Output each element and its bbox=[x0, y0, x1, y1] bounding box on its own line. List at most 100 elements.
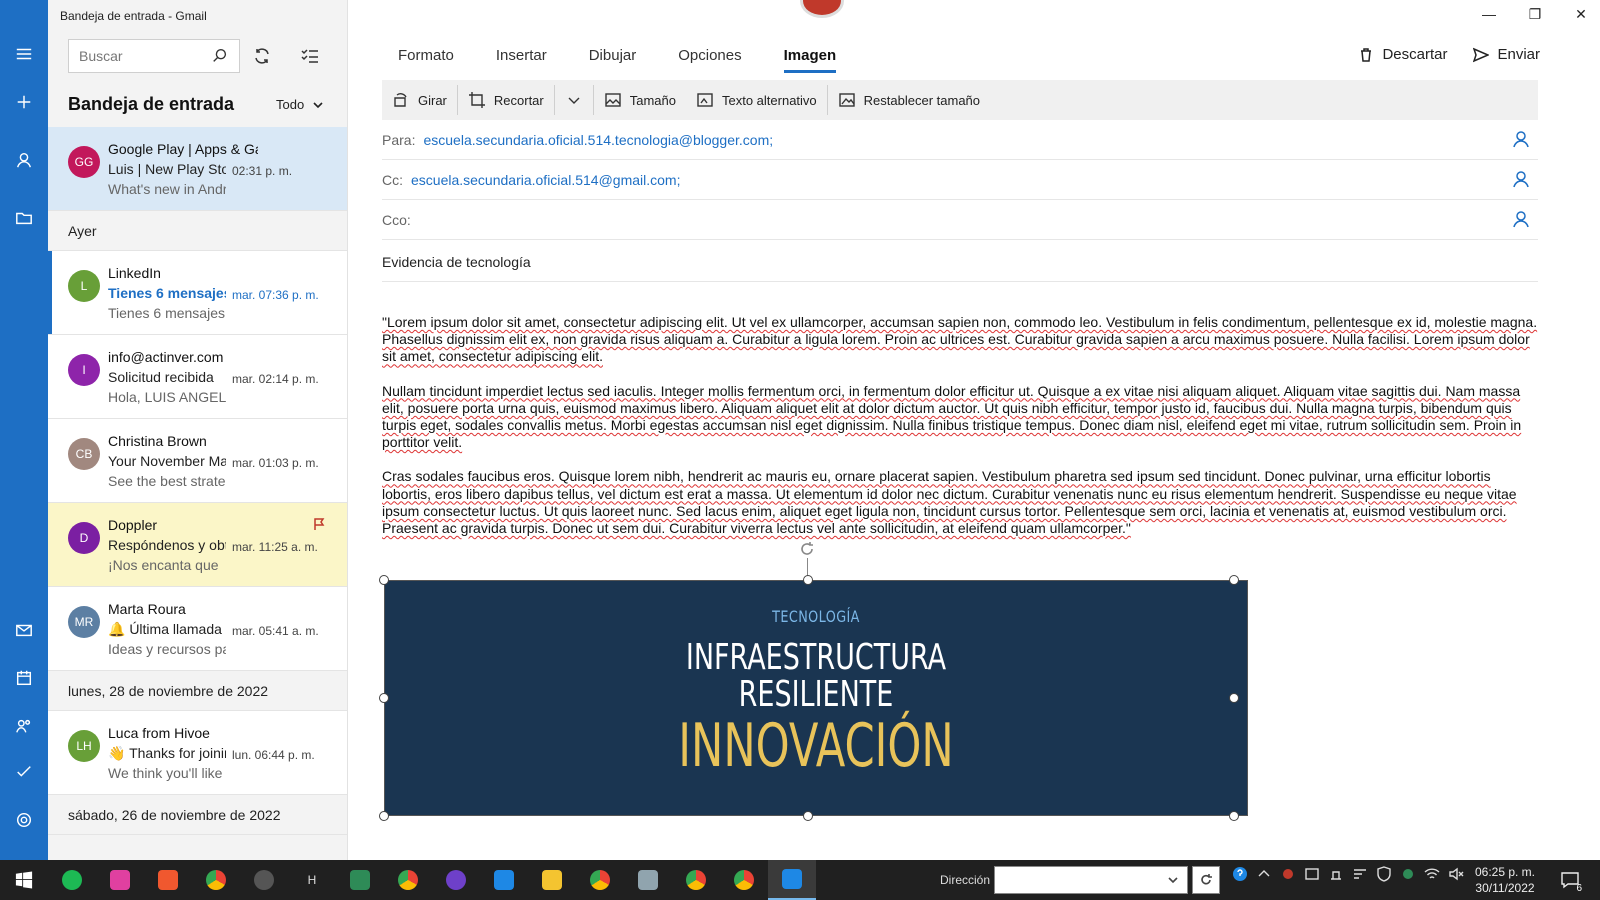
message-preview: What's new in Android bbox=[108, 181, 226, 197]
chevron-down-icon[interactable] bbox=[1167, 873, 1179, 885]
sync-icon[interactable] bbox=[250, 44, 274, 68]
tray-app-icon[interactable] bbox=[1280, 866, 1296, 882]
calendar-icon[interactable] bbox=[0, 656, 48, 700]
to-recipient[interactable]: escuela.secundaria.oficial.514.tecnologi… bbox=[423, 132, 773, 148]
body-paragraph[interactable]: Nullam tincidunt imperdiet lectus sed ia… bbox=[382, 383, 1542, 452]
crop-button[interactable]: Recortar bbox=[458, 80, 554, 120]
message-body[interactable]: "Lorem ipsum dolor sit amet, consectetur… bbox=[382, 314, 1542, 554]
resize-handle[interactable] bbox=[1229, 575, 1239, 585]
message-subject: Luis | New Play Store pick bbox=[108, 161, 226, 177]
wifi-icon[interactable] bbox=[1424, 866, 1440, 882]
list-item[interactable]: MR Marta Roura 🔔 Última llamada mar. 05:… bbox=[48, 587, 347, 671]
resize-handle[interactable] bbox=[803, 575, 813, 585]
to-field[interactable]: Para: escuela.secundaria.oficial.514.tec… bbox=[382, 120, 1538, 160]
chevron-up-icon[interactable] bbox=[1256, 866, 1272, 882]
clock[interactable]: 06:25 p. m. 30/11/2022 bbox=[1470, 864, 1540, 896]
inline-image[interactable]: TECNOLOGÍA INFRAESTRUCTURA RESILIENTE IN… bbox=[384, 580, 1248, 816]
settings-icon[interactable] bbox=[0, 798, 48, 842]
flag-icon[interactable] bbox=[312, 517, 326, 531]
tray-app-icon[interactable] bbox=[1352, 866, 1368, 882]
list-item[interactable]: I info@actinver.com Solicitud recibida m… bbox=[48, 335, 347, 419]
discard-button[interactable]: Descartar bbox=[1358, 46, 1447, 63]
resize-handle[interactable] bbox=[803, 811, 813, 821]
taskbar-app[interactable] bbox=[48, 860, 96, 900]
volume-muted-icon[interactable] bbox=[1448, 866, 1464, 882]
tray-app-icon[interactable] bbox=[1304, 866, 1320, 882]
list-item[interactable]: GG Google Play | Apps & Games Luis | New… bbox=[48, 127, 347, 211]
reset-size-button[interactable]: Restablecer tamaño bbox=[828, 80, 990, 120]
folder-icon[interactable] bbox=[0, 196, 48, 240]
tab-dibujar[interactable]: Dibujar bbox=[589, 47, 637, 73]
notification-center-icon[interactable]: 6 bbox=[1560, 870, 1582, 894]
crop-dropdown-button[interactable] bbox=[555, 80, 593, 120]
tab-formato[interactable]: Formato bbox=[398, 47, 454, 73]
contact-picker-icon[interactable] bbox=[1512, 130, 1530, 148]
list-item[interactable]: D Doppler Respóndenos y obtén mar. 11:25… bbox=[48, 503, 347, 587]
cc-recipient[interactable]: escuela.secundaria.oficial.514@gmail.com… bbox=[411, 172, 680, 188]
message-time: lun. 06:44 p. m. bbox=[232, 748, 315, 762]
tray-app-icon[interactable] bbox=[1328, 866, 1344, 882]
tab-imagen[interactable]: Imagen bbox=[783, 47, 837, 73]
taskbar-app[interactable] bbox=[576, 860, 624, 900]
trash-icon bbox=[1361, 47, 1372, 62]
filter-dropdown[interactable]: Todo bbox=[276, 97, 324, 112]
todo-icon[interactable] bbox=[0, 750, 48, 794]
bcc-field[interactable]: Cco: bbox=[382, 200, 1538, 240]
body-paragraph[interactable]: "Lorem ipsum dolor sit amet, consectetur… bbox=[382, 314, 1542, 366]
list-item[interactable]: L LinkedIn Tienes 6 mensajes mar. 07:36 … bbox=[48, 251, 347, 335]
list-item[interactable]: CB Christina Brown Your November Marketi… bbox=[48, 419, 347, 503]
close-icon[interactable]: ✕ bbox=[1572, 6, 1590, 23]
taskbar-app[interactable] bbox=[240, 860, 288, 900]
taskbar-app[interactable] bbox=[192, 860, 240, 900]
taskbar-app[interactable] bbox=[144, 860, 192, 900]
subject-field[interactable]: Evidencia de tecnología bbox=[382, 242, 1538, 282]
address-input[interactable] bbox=[994, 866, 1188, 894]
resize-handle[interactable] bbox=[1229, 693, 1239, 703]
send-button[interactable]: Enviar bbox=[1473, 46, 1540, 63]
new-mail-icon[interactable] bbox=[0, 80, 48, 124]
app-logo-icon bbox=[800, 0, 844, 18]
menu-icon[interactable] bbox=[0, 32, 48, 76]
mail-nav-icon[interactable] bbox=[0, 608, 48, 652]
body-paragraph[interactable]: Cras sodales faucibus eros. Quisque lore… bbox=[382, 468, 1542, 537]
date-header: sábado, 26 de noviembre de 2022 bbox=[48, 795, 347, 835]
rotate-handle-icon[interactable] bbox=[798, 540, 816, 558]
search-input[interactable]: Buscar bbox=[68, 39, 240, 73]
cc-field[interactable]: Cc: escuela.secundaria.oficial.514@gmail… bbox=[382, 160, 1538, 200]
start-button[interactable] bbox=[0, 860, 48, 900]
taskbar-app[interactable] bbox=[528, 860, 576, 900]
address-go-button[interactable] bbox=[1192, 866, 1220, 894]
taskbar-app[interactable] bbox=[480, 860, 528, 900]
taskbar-app[interactable] bbox=[432, 860, 480, 900]
help-icon[interactable] bbox=[1232, 866, 1248, 882]
contact-picker-icon[interactable] bbox=[1512, 210, 1530, 228]
search-icon[interactable] bbox=[211, 47, 229, 65]
taskbar-app[interactable] bbox=[624, 860, 672, 900]
people-icon[interactable] bbox=[0, 704, 48, 748]
contact-picker-icon[interactable] bbox=[1512, 170, 1530, 188]
resize-handle[interactable] bbox=[1229, 811, 1239, 821]
taskbar-app[interactable] bbox=[720, 860, 768, 900]
minimize-icon[interactable]: — bbox=[1480, 6, 1498, 23]
taskbar-app[interactable] bbox=[336, 860, 384, 900]
resize-handle[interactable] bbox=[379, 693, 389, 703]
tab-insertar[interactable]: Insertar bbox=[496, 47, 547, 73]
app-tile-icon bbox=[638, 870, 658, 890]
restore-icon[interactable]: ❐ bbox=[1526, 6, 1544, 23]
select-mode-icon[interactable] bbox=[298, 44, 322, 68]
resize-handle[interactable] bbox=[379, 575, 389, 585]
taskbar-app[interactable]: H bbox=[288, 860, 336, 900]
taskbar-app[interactable] bbox=[384, 860, 432, 900]
security-icon[interactable] bbox=[1376, 866, 1392, 882]
taskbar-app-active[interactable] bbox=[768, 860, 816, 900]
rotate-button[interactable]: Girar bbox=[382, 80, 457, 120]
taskbar-app[interactable] bbox=[672, 860, 720, 900]
tab-opciones[interactable]: Opciones bbox=[678, 47, 741, 73]
taskbar-app[interactable] bbox=[96, 860, 144, 900]
account-icon[interactable] bbox=[0, 138, 48, 182]
alt-text-button[interactable]: Texto alternativo bbox=[686, 80, 827, 120]
list-item[interactable]: LH Luca from Hivoe 👋 Thanks for joining … bbox=[48, 711, 347, 795]
tray-app-icon[interactable] bbox=[1400, 866, 1416, 882]
resize-handle[interactable] bbox=[379, 811, 389, 821]
size-button[interactable]: Tamaño bbox=[594, 80, 686, 120]
